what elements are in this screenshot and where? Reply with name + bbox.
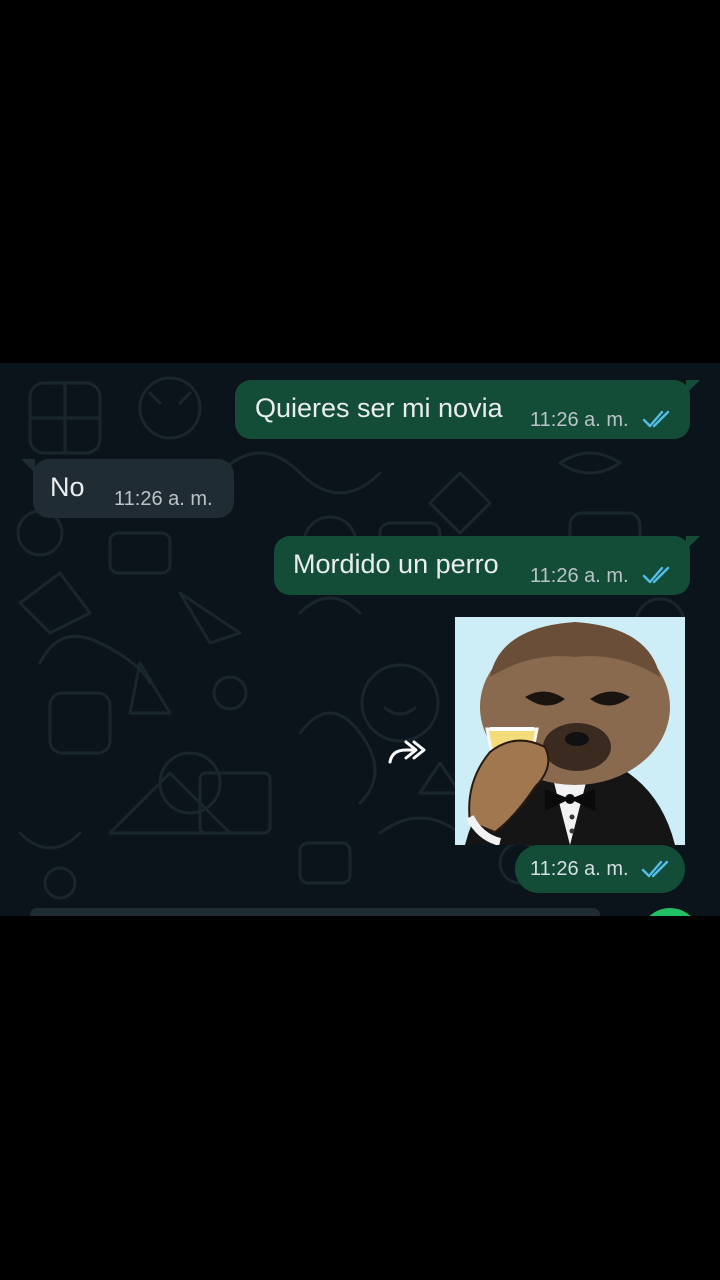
bubble-tail [686, 380, 700, 394]
sticker-time-bubble: 11:26 a. m. [515, 845, 685, 893]
message-text: No [50, 472, 85, 502]
message-bubble-outgoing[interactable]: Quieres ser mi novia 11:26 a. m. [235, 380, 690, 439]
message-time: 11:26 a. m. [114, 488, 213, 510]
forward-icon[interactable] [386, 736, 426, 768]
message-bubble-outgoing[interactable]: Mordido un perro 11:26 a. m. [274, 536, 690, 595]
message-text: Quieres ser mi novia [255, 393, 503, 423]
message-time: 11:26 a. m. [530, 565, 629, 587]
double-check-icon [642, 410, 670, 428]
cat-in-tuxedo-toasting-sticker[interactable] [455, 617, 685, 845]
message-time: 11:26 a. m. [530, 409, 629, 431]
bubble-tail [21, 459, 35, 473]
bubble-tail [686, 536, 700, 550]
sticker-image [455, 617, 685, 845]
message-time: 11:26 a. m. [530, 858, 629, 880]
double-check-icon [642, 566, 670, 584]
message-text: Mordido un perro [293, 549, 499, 579]
letterbox-bottom [0, 916, 720, 1280]
double-check-icon [641, 860, 669, 878]
message-bubble-incoming[interactable]: No 11:26 a. m. [33, 459, 234, 518]
